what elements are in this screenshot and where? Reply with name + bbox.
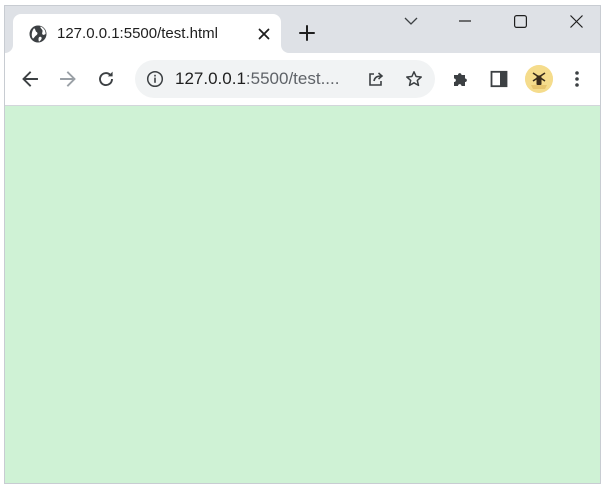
extensions-button[interactable] <box>445 63 477 95</box>
arrow-left-icon <box>22 71 38 87</box>
share-icon <box>369 72 384 86</box>
window-close-button[interactable] <box>554 6 598 36</box>
reload-icon <box>99 71 113 87</box>
page-content <box>5 106 600 483</box>
url-text[interactable]: 127.0.0.1:5500/test.... <box>175 69 339 89</box>
url-path: :5500/test.... <box>245 69 340 88</box>
maximize-button[interactable] <box>498 6 542 36</box>
side-panel-button[interactable] <box>483 63 515 95</box>
toolbar: 127.0.0.1:5500/test.... <box>5 53 600 106</box>
url-host: 127.0.0.1 <box>175 69 246 88</box>
profile-picture <box>525 65 553 93</box>
reload-button[interactable] <box>90 63 122 95</box>
arrow-right-icon <box>60 71 76 87</box>
tab-active[interactable]: 127.0.0.1:5500/test.html <box>13 14 281 53</box>
side-panel-icon <box>490 70 508 88</box>
chevron-down-icon <box>404 17 418 25</box>
back-button[interactable] <box>14 63 46 95</box>
avatar[interactable] <box>525 65 553 93</box>
close-icon <box>569 14 583 28</box>
globe-icon <box>29 25 47 43</box>
share-button[interactable] <box>362 65 390 93</box>
tab-close-button[interactable] <box>253 23 275 45</box>
star-icon <box>406 71 422 87</box>
forward-button[interactable] <box>52 63 84 95</box>
maximize-icon <box>513 14 527 28</box>
info-icon[interactable] <box>145 69 165 89</box>
minimize-button[interactable] <box>443 6 487 36</box>
browser-window: 127.0.0.1:5500/test.html 127.0.0.1:5500/… <box>4 5 601 484</box>
bookmark-button[interactable] <box>400 65 428 93</box>
puzzle-icon <box>454 73 467 86</box>
minimize-icon <box>459 20 471 22</box>
tab-strip: 127.0.0.1:5500/test.html <box>5 6 600 53</box>
new-tab-button[interactable] <box>293 19 321 47</box>
omnibox[interactable]: 127.0.0.1:5500/test.... <box>135 60 435 98</box>
tab-title: 127.0.0.1:5500/test.html <box>57 25 218 42</box>
menu-button[interactable] <box>561 63 593 95</box>
more-vertical-icon <box>575 71 579 87</box>
tab-search-button[interactable] <box>389 6 433 36</box>
plus-icon <box>299 25 315 41</box>
close-icon <box>258 28 270 40</box>
